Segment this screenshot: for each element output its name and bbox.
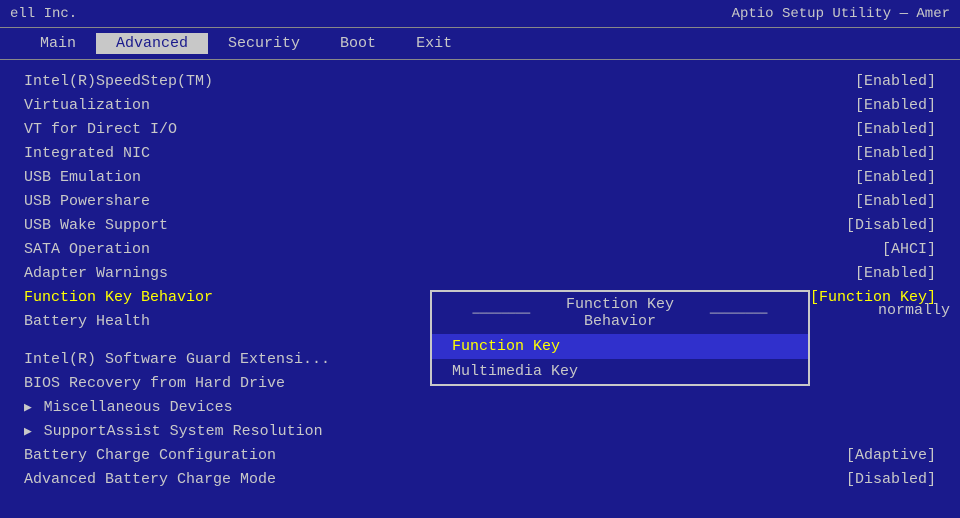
menu-item-boot[interactable]: Boot [320,33,396,54]
utility-title: Aptio Setup Utility — Amer [732,6,950,22]
setting-name: Adapter Warnings [24,265,324,282]
setting-name: USB Wake Support [24,217,324,234]
setting-row[interactable]: SATA Operation [AHCI] [20,238,940,260]
setting-row[interactable]: USB Wake Support [Disabled] [20,214,940,236]
setting-name: ▶ Miscellaneous Devices [24,399,324,416]
setting-row[interactable]: Virtualization [Enabled] [20,94,940,116]
setting-name: USB Emulation [24,169,324,186]
brand-title: ell Inc. [10,6,77,22]
settings-list: Intel(R)SpeedStep(TM)[Enabled]Virtualiza… [20,70,940,508]
arrow-icon: ▶ [24,400,40,415]
setting-name: VT for Direct I/O [24,121,324,138]
setting-name: Function Key Behavior [24,289,324,306]
arrow-icon: ▶ [24,424,40,439]
setting-name: BIOS Recovery from Hard Drive [24,375,324,392]
menu-bar: MainAdvancedSecurityBootExit [0,28,960,60]
dropdown-option[interactable]: Multimedia Key [432,359,808,384]
dropdown-title: Function Key Behavior [561,296,680,330]
setting-name: Integrated NIC [24,145,324,162]
dropdown-popup: ———————— Function Key Behavior ———————— … [430,290,810,386]
setting-value: [Enabled] [855,169,936,186]
dropdown-line-right: ———————— [679,306,798,320]
setting-value: [AHCI] [882,241,936,258]
setting-row[interactable]: USB Emulation [Enabled] [20,166,940,188]
setting-value: [Enabled] [855,145,936,162]
setting-row[interactable]: Intel(R)SpeedStep(TM) [Enabled] [20,70,940,92]
main-content: Intel(R)SpeedStep(TM)[Enabled]Virtualiza… [0,60,960,518]
setting-value: [Disabled] [846,217,936,234]
setting-name: Battery Charge Configuration [24,447,324,464]
setting-name: Intel(R) Software Guard Extensi... [24,351,330,368]
setting-name: USB Powershare [24,193,324,210]
menu-item-main[interactable]: Main [20,33,96,54]
setting-value: [Enabled] [855,121,936,138]
setting-value: [Adaptive] [846,447,936,464]
setting-value: [Enabled] [855,265,936,282]
dropdown-line-left: ———————— [442,306,561,320]
setting-row[interactable]: ▶ SupportAssist System Resolution [20,420,940,442]
setting-name: Advanced Battery Charge Mode [24,471,324,488]
dropdown-option[interactable]: Function Key [432,334,808,359]
setting-row[interactable]: VT for Direct I/O [Enabled] [20,118,940,140]
menu-item-exit[interactable]: Exit [396,33,472,54]
setting-value: [Enabled] [855,97,936,114]
setting-row[interactable]: USB Powershare [Enabled] [20,190,940,212]
setting-name: Battery Health [24,313,324,330]
setting-value: [Disabled] [846,471,936,488]
dropdown-title-bar: ———————— Function Key Behavior ———————— [432,292,808,334]
setting-row[interactable]: Adapter Warnings [Enabled] [20,262,940,284]
menu-item-security[interactable]: Security [208,33,320,54]
setting-name: SATA Operation [24,241,324,258]
setting-row[interactable]: Advanced Battery Charge Mode [Disabled] [20,468,940,490]
setting-row[interactable]: Battery Charge Configuration [Adaptive] [20,444,940,466]
top-bar: ell Inc. Aptio Setup Utility — Amer [0,0,960,28]
setting-name: Virtualization [24,97,324,114]
setting-value: [Enabled] [855,193,936,210]
dropdown-options: Function KeyMultimedia Key [432,334,808,384]
setting-name: ▶ SupportAssist System Resolution [24,423,324,440]
setting-row[interactable]: Integrated NIC [Enabled] [20,142,940,164]
right-note: normally [878,302,950,319]
setting-row[interactable]: ▶ Miscellaneous Devices [20,396,940,418]
setting-name: Intel(R)SpeedStep(TM) [24,73,324,90]
setting-value: [Enabled] [855,73,936,90]
menu-item-advanced[interactable]: Advanced [96,33,208,54]
